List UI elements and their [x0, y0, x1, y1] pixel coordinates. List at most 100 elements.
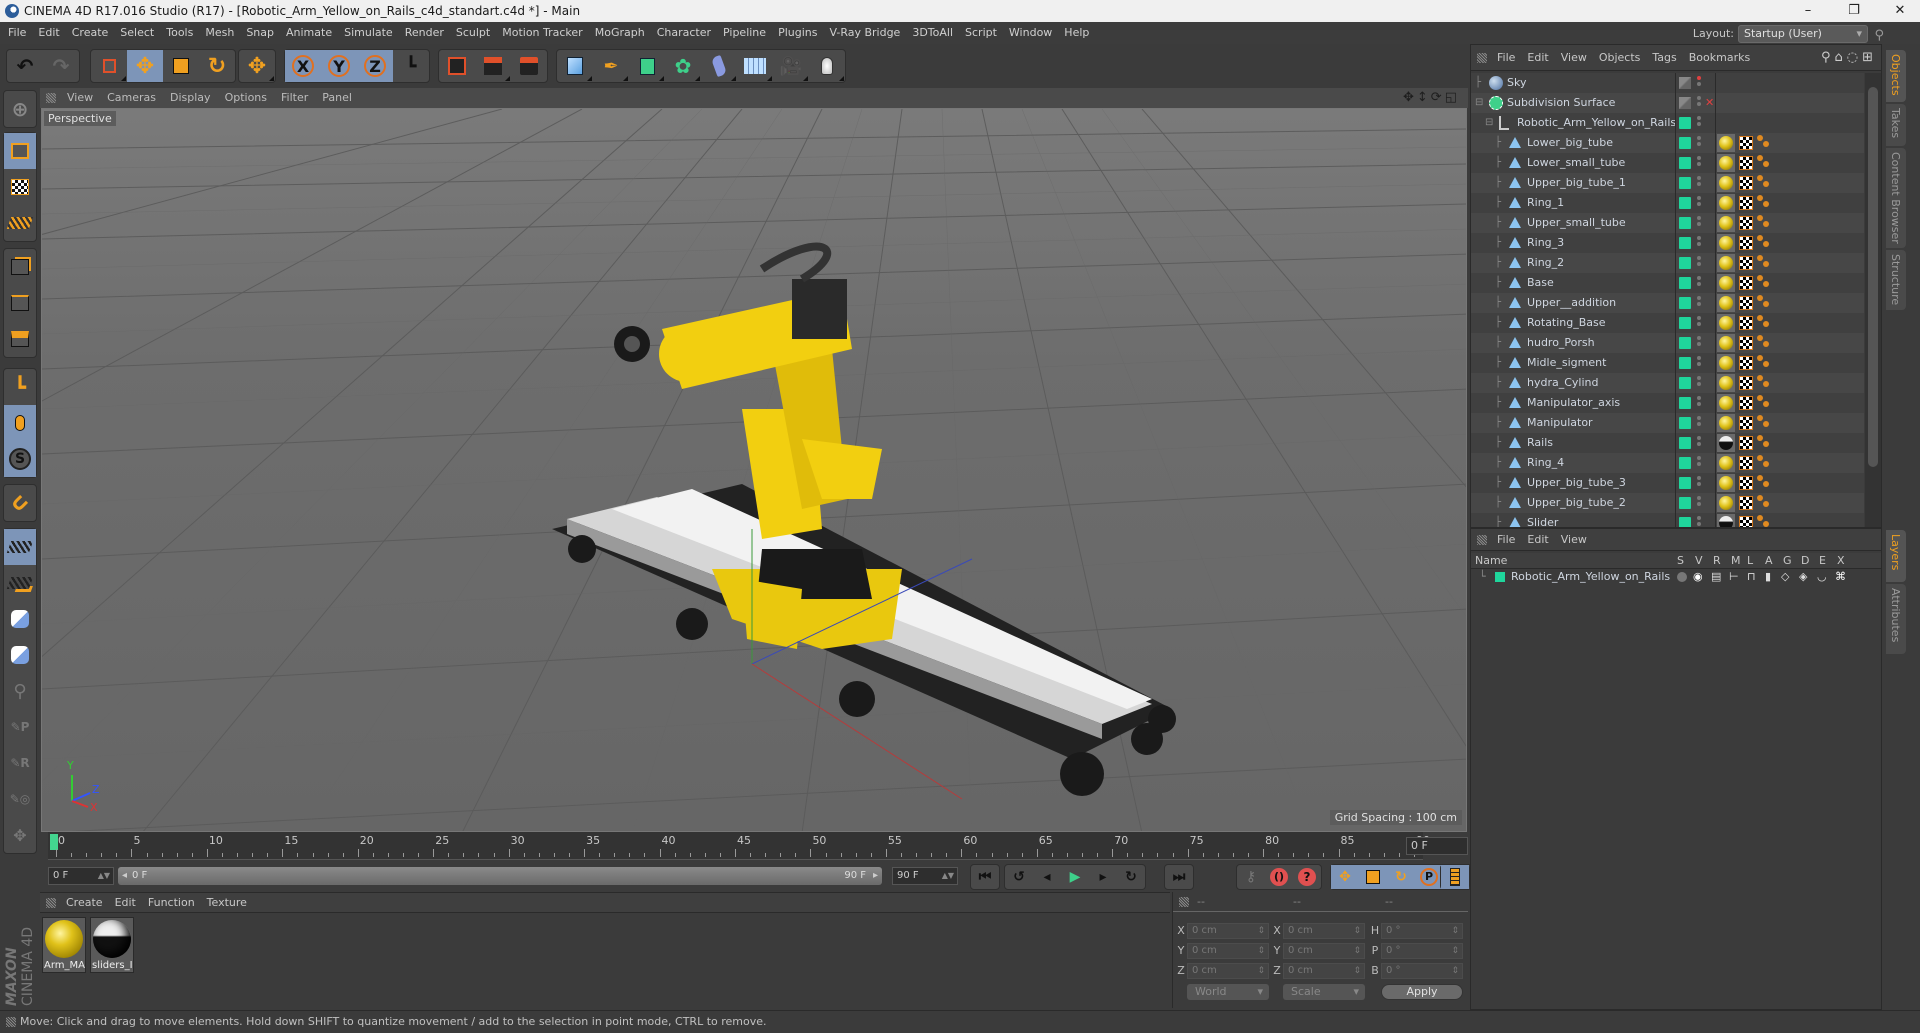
axis-mode-button[interactable]: ┗ [4, 369, 36, 405]
scrollbar-thumb[interactable] [1868, 87, 1878, 467]
object-row[interactable]: ├ Slider [1471, 513, 1864, 527]
visibility-dots[interactable] [1697, 376, 1701, 390]
range-right-arrow-icon[interactable]: ▸ [873, 867, 878, 885]
subdivision-button[interactable] [629, 50, 665, 82]
vertex-tag-icon[interactable] [1757, 175, 1773, 191]
timeline-ruler[interactable]: 051015202530354045505560657075808590 [48, 832, 1430, 860]
autokey-button[interactable]: ⚷ [1237, 865, 1265, 889]
texture-tag-icon[interactable] [1739, 336, 1753, 350]
object-row[interactable]: ├ Lower_small_tube [1471, 153, 1864, 173]
range-left-arrow-icon[interactable]: ◂ [122, 867, 127, 885]
layer-color-swatch[interactable] [1679, 257, 1691, 269]
object-name[interactable]: Upper_big_tube_2 [1527, 493, 1626, 513]
apply-button[interactable]: Apply [1381, 984, 1463, 1000]
object-row[interactable]: ├ Ring_2 [1471, 253, 1864, 273]
script-target-button[interactable]: ✎◎ [4, 781, 36, 817]
solo-button[interactable]: S [4, 441, 36, 477]
material-tag[interactable] [1717, 134, 1735, 152]
visibility-dots[interactable] [1697, 236, 1701, 250]
viewport-menu-filter[interactable]: Filter [274, 88, 315, 108]
layer-color-swatch[interactable] [1679, 157, 1691, 169]
object-name[interactable]: Sky [1507, 73, 1526, 93]
texture-tag-icon[interactable] [1739, 176, 1753, 190]
deformer-button[interactable] [701, 50, 737, 82]
object-name[interactable]: Subdivision Surface [1507, 93, 1615, 113]
object-name[interactable]: Robotic_Arm_Yellow_on_Rails [1517, 113, 1676, 133]
make-editable-button[interactable]: ⊕ [4, 91, 36, 127]
prev-key-button[interactable]: ↺ [1005, 865, 1033, 889]
visibility-dots[interactable] [1697, 116, 1701, 130]
viewport-menu-cameras[interactable]: Cameras [100, 88, 163, 108]
visibility-dots[interactable] [1697, 216, 1701, 230]
material-menu-texture[interactable]: Texture [201, 893, 253, 913]
layer-color-swatch[interactable] [1495, 572, 1505, 582]
object-menu-file[interactable]: File [1491, 45, 1521, 71]
render-view-button[interactable] [439, 50, 475, 82]
visibility-dots[interactable] [1697, 436, 1701, 450]
object-row[interactable]: ├ Manipulator_axis [1471, 393, 1864, 413]
layer-color-swatch[interactable] [1679, 317, 1691, 329]
layer-color-swatch[interactable] [1679, 117, 1691, 129]
object-menu-view[interactable]: View [1555, 45, 1593, 71]
preview-range-slider[interactable]: ◂ 0 F 90 F ▸ [118, 867, 882, 885]
texture-tag-icon[interactable] [1739, 396, 1753, 410]
object-row[interactable]: ├ Upper_big_tube_2 [1471, 493, 1864, 513]
layer-menu-edit[interactable]: Edit [1521, 529, 1554, 551]
object-menu-edit[interactable]: Edit [1521, 45, 1554, 71]
material-tag[interactable] [1717, 254, 1735, 272]
material-tag[interactable] [1717, 194, 1735, 212]
render-picture-viewer-button[interactable] [475, 50, 511, 82]
menu-snap[interactable]: Snap [240, 22, 280, 44]
scale-track-button[interactable] [1359, 865, 1387, 889]
key-help-button[interactable]: ? [1293, 865, 1321, 889]
cloner-button[interactable]: ✿ [665, 50, 701, 82]
tab-content-browser[interactable]: Content Browser [1886, 148, 1906, 248]
animation-icon[interactable]: ▮ [1765, 569, 1771, 585]
search-icon[interactable]: ⚲ [1821, 50, 1835, 65]
object-row[interactable]: ├ Rails [1471, 433, 1864, 453]
texture-tag-icon[interactable] [1739, 156, 1753, 170]
object-row[interactable]: ├ Ring_4 [1471, 453, 1864, 473]
visibility-dots[interactable] [1697, 336, 1701, 350]
python-script-2-button[interactable] [4, 637, 36, 673]
position-track-button[interactable]: ✥ [1331, 865, 1359, 889]
timeline-window-button[interactable] [1441, 865, 1469, 889]
object-name[interactable]: Manipulator [1527, 413, 1593, 433]
menu-edit[interactable]: Edit [32, 22, 65, 44]
vertex-tag-icon[interactable] [1757, 295, 1773, 311]
menu-select[interactable]: Select [114, 22, 160, 44]
size-y-field[interactable]: 0 cm [1283, 943, 1365, 959]
material-tag[interactable] [1717, 274, 1735, 292]
texture-tag-icon[interactable] [1739, 136, 1753, 150]
layer-row[interactable]: └ Robotic_Arm_Yellow_on_Rails ◉ ▤ ⊢ ⊓ ▮ … [1471, 569, 1881, 585]
texture-tag-icon[interactable] [1739, 436, 1753, 450]
orbit-icon[interactable]: ⟳ [1431, 90, 1445, 105]
object-row[interactable]: ├ Ring_3 [1471, 233, 1864, 253]
panel-grip[interactable] [46, 898, 56, 908]
layer-color-swatch[interactable] [1679, 217, 1691, 229]
layer-color-swatch[interactable] [1679, 457, 1691, 469]
layer-color-swatch[interactable] [1679, 237, 1691, 249]
layer-color-swatch[interactable] [1679, 397, 1691, 409]
object-name[interactable]: Rails [1527, 433, 1553, 453]
light-button[interactable] [809, 50, 845, 82]
align-workplane-button[interactable] [4, 565, 36, 601]
home-icon[interactable]: ⌂ [1834, 50, 1846, 65]
layer-color-swatch[interactable] [1679, 477, 1691, 489]
layer-color-swatch[interactable] [1679, 277, 1691, 289]
material-tag[interactable] [1717, 454, 1735, 472]
material-menu-function[interactable]: Function [142, 893, 201, 913]
visibility-dots[interactable] [1697, 456, 1701, 470]
vertex-tag-icon[interactable] [1757, 335, 1773, 351]
layer-color-swatch[interactable] [1679, 497, 1691, 509]
new-window-icon[interactable]: ⊞ [1862, 50, 1877, 65]
menu-sculpt[interactable]: Sculpt [450, 22, 496, 44]
object-name[interactable]: hydra_Cylind [1527, 373, 1598, 393]
manager-tree-icon[interactable]: ⊢ [1729, 569, 1739, 585]
object-name[interactable]: Rotating_Base [1527, 313, 1606, 333]
visibility-dots[interactable] [1697, 256, 1701, 270]
coordinate-system-button[interactable]: ┗ [393, 50, 429, 82]
tweak-mode-button[interactable] [4, 405, 36, 441]
x-axis-lock-button[interactable]: X [285, 50, 321, 82]
menu-pipeline[interactable]: Pipeline [717, 22, 772, 44]
